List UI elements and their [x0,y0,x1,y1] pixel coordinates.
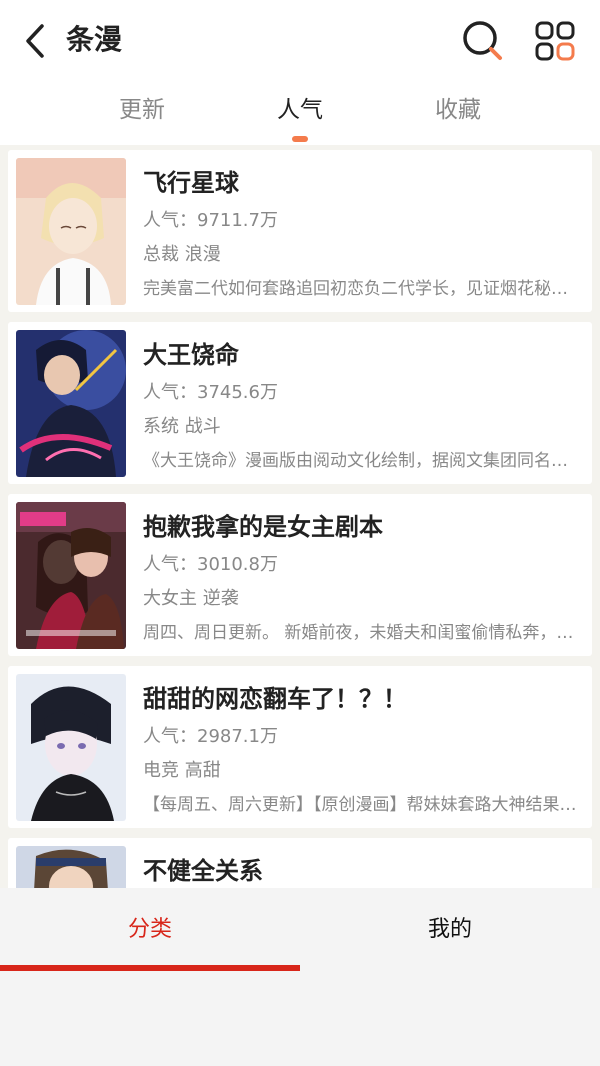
search-icon[interactable] [460,18,504,62]
comic-title: 飞行星球 [143,169,239,197]
bottom-navigation: 分类 我的 [0,888,600,1066]
comic-popularity: 人气：9711.7万 [143,210,278,231]
comic-description: 【每周五、周六更新】【原创漫画】帮妹妹套路大神结果翻车 [143,795,578,815]
comic-cover-image[interactable] [16,158,126,305]
tab-favorites[interactable]: 收藏 [398,90,518,130]
comic-title: 抱歉我拿的是女主剧本 [143,513,383,541]
comic-tags: 大女主 逆袭 [143,588,239,609]
comic-card[interactable]: 大王饶命 人气：3745.6万 系统 战斗 《大王饶命》漫画版由阅动文化绘制，据… [8,322,592,484]
tab-popular[interactable]: 人气 [240,90,360,130]
comic-title: 不健全关系 [143,857,263,885]
comic-tags: 系统 战斗 [143,416,221,437]
back-arrow-icon[interactable] [20,22,50,60]
comic-popularity: 人气：2987.1万 [143,726,278,747]
comic-title: 大王饶命 [143,341,239,369]
comic-card[interactable]: 抱歉我拿的是女主剧本 人气：3010.8万 大女主 逆袭 周四、周日更新。 新婚… [8,494,592,656]
comic-popularity: 人气：3745.6万 [143,382,278,403]
category-tabs: 更新 人气 收藏 [0,90,600,140]
comic-card[interactable]: 飞行星球 人气：9711.7万 总裁 浪漫 完美富二代如何套路追回初恋负二代学长… [8,150,592,312]
grid-menu-icon[interactable] [534,20,576,62]
top-bar: 条漫 更新 人气 收藏 [0,0,600,145]
comic-card[interactable]: 甜甜的网恋翻车了！？！ 人气：2987.1万 电竞 高甜 【每周五、周六更新】【… [8,666,592,828]
tab-update[interactable]: 更新 [82,90,202,130]
comic-cover-image[interactable] [16,502,126,649]
comic-cover-image[interactable] [16,330,126,477]
bottom-tab-category[interactable]: 分类 [0,888,300,972]
active-bottom-tab-indicator [0,965,300,971]
active-tab-indicator [292,136,308,142]
comic-tags: 总裁 浪漫 [143,244,221,265]
comic-description: 完美富二代如何套路追回初恋负二代学长，见证烟花秘密，甜宠爱情故事 [143,279,578,299]
comic-description: 《大王饶命》漫画版由阅动文化绘制，据阅文集团同名小说改编 [143,451,578,471]
bottom-tab-mine[interactable]: 我的 [300,888,600,972]
comic-popularity: 人气：3010.8万 [143,554,278,575]
comic-title: 甜甜的网恋翻车了！？！ [143,685,407,713]
page-title: 条漫 [66,23,123,56]
comic-tags: 电竞 高甜 [143,760,221,781]
comic-description: 周四、周日更新。 新婚前夜，未婚夫和闺蜜偷情私奔，她被推下高楼 [143,623,578,643]
comic-cover-image[interactable] [16,674,126,821]
